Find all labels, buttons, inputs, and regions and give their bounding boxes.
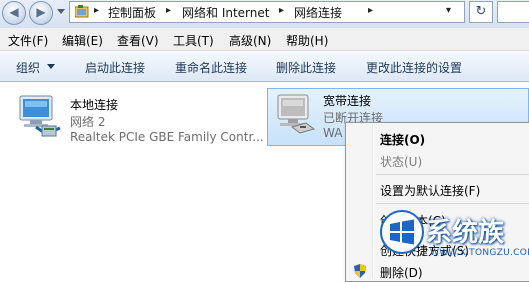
forward-button[interactable]: ▶ bbox=[29, 1, 53, 25]
menu-gutter bbox=[372, 125, 374, 279]
start-connection-button[interactable]: 启动此连接 bbox=[85, 59, 145, 76]
menu-status: 状态(U) bbox=[380, 155, 423, 169]
menu-file[interactable]: 文件(F) bbox=[8, 32, 48, 49]
connection-device: WA bbox=[323, 126, 343, 140]
address-dropdown-icon[interactable]: ▾ bbox=[446, 5, 451, 16]
menu-set-default[interactable]: 设置为默认连接(F) bbox=[380, 182, 480, 199]
address-toolbar: ◀ ▶ ▸ 控制面板 ▸ 网络和 Internet ▸ 网络连接 ▸ ▾ ↻ bbox=[0, 0, 529, 29]
menu-help[interactable]: 帮助(H) bbox=[286, 32, 328, 49]
menu-connect[interactable]: 连接(O) bbox=[380, 131, 425, 148]
connection-name: 本地连接 bbox=[70, 98, 119, 112]
recent-pages-dropdown-icon[interactable] bbox=[57, 9, 65, 14]
breadcrumb-control-panel[interactable]: 控制面板 bbox=[108, 4, 156, 21]
breadcrumb-network-connections[interactable]: 网络连接 bbox=[294, 4, 342, 21]
back-arrow-icon: ◀ bbox=[9, 5, 19, 19]
breadcrumb-separator-icon[interactable]: ▸ bbox=[368, 5, 373, 16]
back-button[interactable]: ◀ bbox=[2, 1, 26, 25]
delete-connection-button[interactable]: 删除此连接 bbox=[276, 59, 336, 76]
rename-connection-button[interactable]: 重命名此连接 bbox=[175, 59, 247, 76]
breadcrumb-separator-icon[interactable]: ▸ bbox=[94, 5, 99, 16]
search-input[interactable] bbox=[497, 1, 529, 23]
uac-shield-icon bbox=[354, 264, 366, 278]
menu-bar: 文件(F) 编辑(E) 查看(V) 工具(T) 高级(N) 帮助(H) bbox=[0, 28, 529, 51]
menu-advanced[interactable]: 高级(N) bbox=[229, 32, 271, 49]
organize-dropdown-icon[interactable] bbox=[47, 64, 55, 69]
menu-separator bbox=[376, 203, 529, 204]
refresh-icon: ↻ bbox=[475, 4, 487, 19]
breadcrumb-network-internet[interactable]: 网络和 Internet bbox=[182, 4, 269, 21]
organize-button[interactable]: 组织 bbox=[16, 59, 40, 76]
breadcrumb-separator-icon[interactable]: ▸ bbox=[279, 5, 284, 16]
menu-edit[interactable]: 编辑(E) bbox=[62, 32, 103, 49]
connection-name: 宽带连接 bbox=[323, 94, 372, 108]
menu-separator bbox=[376, 174, 529, 175]
connection-status: 网络 2 bbox=[70, 115, 106, 129]
breadcrumb-separator-icon[interactable]: ▸ bbox=[166, 5, 171, 16]
site-watermark: 系统族 WWW.XITONGZU.COM bbox=[380, 210, 529, 270]
control-panel-icon bbox=[75, 5, 89, 18]
windows-logo-icon bbox=[380, 210, 424, 254]
menu-tools[interactable]: 工具(T) bbox=[173, 32, 214, 49]
forward-arrow-icon: ▶ bbox=[36, 5, 46, 19]
modem-icon bbox=[277, 94, 316, 134]
command-bar: 组织 启动此连接 重命名此连接 删除此连接 更改此连接的设置 bbox=[0, 51, 529, 82]
network-adapter-icon bbox=[19, 95, 61, 137]
watermark-text: 系统族 bbox=[426, 218, 505, 248]
change-connection-settings-button[interactable]: 更改此连接的设置 bbox=[366, 59, 462, 76]
refresh-button[interactable]: ↻ bbox=[469, 1, 493, 23]
menu-view[interactable]: 查看(V) bbox=[117, 32, 159, 49]
address-bar[interactable]: ▸ 控制面板 ▸ 网络和 Internet ▸ 网络连接 ▸ ▾ bbox=[69, 1, 465, 23]
connection-device: Realtek PCIe GBE Family Contr... bbox=[70, 130, 264, 144]
watermark-url: WWW.XITONGZU.COM bbox=[430, 248, 529, 258]
connection-item-local[interactable]: 本地连接 网络 2 Realtek PCIe GBE Family Contr.… bbox=[0, 86, 265, 146]
